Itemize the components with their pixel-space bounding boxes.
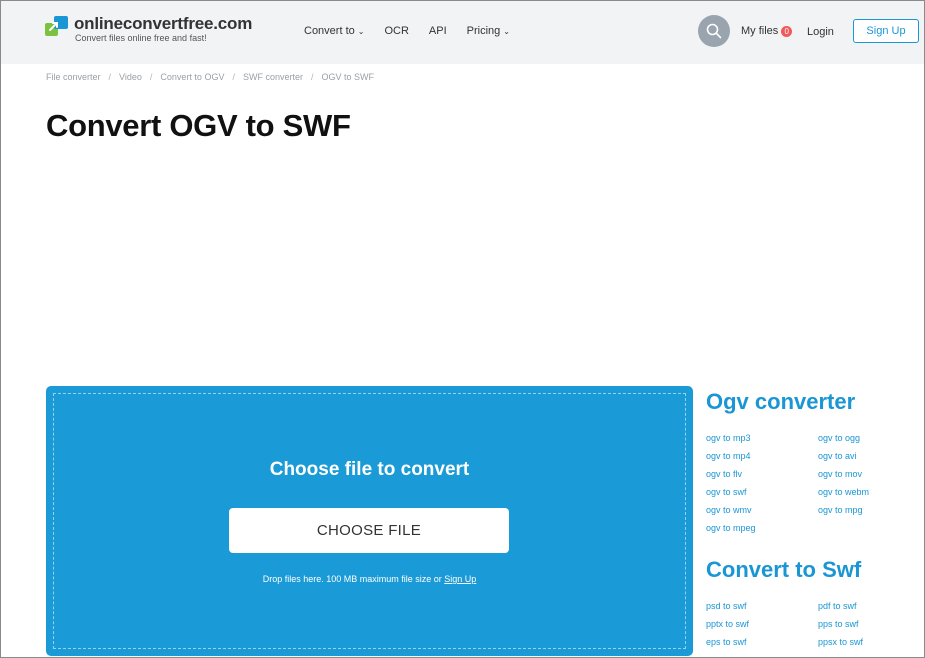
conversion-link[interactable]: ogv to avi <box>818 450 925 462</box>
nav-label: Convert to <box>304 25 355 37</box>
logo-arrow-icon <box>45 15 69 37</box>
drop-note-signup-link[interactable]: Sign Up <box>444 574 476 584</box>
chevron-down-icon: ⌄ <box>503 26 510 36</box>
breadcrumb-item[interactable]: File converter <box>46 72 101 82</box>
main-nav: Convert to ⌄ OCR API Pricing ⌄ <box>304 25 530 37</box>
conversion-link[interactable]: ogv to mp3 <box>706 432 818 444</box>
logo-name: onlineconvertfree.com <box>74 14 253 33</box>
site-header: onlineconvertfree.com Convert files onli… <box>1 1 924 64</box>
convert-to-swf-section: Convert to Swf psd to swf pdf to swf ppt… <box>706 557 925 648</box>
conversion-link[interactable]: eps to swf <box>706 636 818 648</box>
my-files-count-badge: 0 <box>781 25 793 37</box>
ogv-converter-links: ogv to mp3 ogv to ogg ogv to mp4 ogv to … <box>706 432 925 534</box>
my-files-link[interactable]: My files 0 <box>741 25 793 37</box>
convert-to-swf-links: psd to swf pdf to swf pptx to swf pps to… <box>706 600 925 648</box>
breadcrumb-separator: / <box>108 72 112 82</box>
upload-heading: Choose file to convert <box>269 459 470 480</box>
conversion-link[interactable]: ogv to mpeg <box>706 522 818 534</box>
conversion-link[interactable]: ppsx to swf <box>818 636 925 648</box>
nav-convert-to[interactable]: Convert to ⌄ <box>304 25 364 37</box>
conversion-link[interactable]: ogv to wmv <box>706 504 818 516</box>
nav-label: Pricing <box>466 25 501 37</box>
conversion-link[interactable]: psd to swf <box>706 600 818 612</box>
nav-pricing[interactable]: Pricing ⌄ <box>467 25 510 37</box>
breadcrumb-separator: / <box>310 72 314 82</box>
signup-button[interactable]: Sign Up <box>853 19 919 43</box>
nav-ocr[interactable]: OCR <box>384 25 408 37</box>
breadcrumb-item[interactable]: Convert to OGV <box>160 72 224 82</box>
section-title: Convert to Swf <box>706 557 862 582</box>
conversion-link[interactable]: ogv to webm <box>818 486 925 498</box>
conversion-link[interactable]: ogv to ogg <box>818 432 925 444</box>
upload-dropzone[interactable]: Choose file to convert CHOOSE FILE Drop … <box>46 386 693 656</box>
conversion-link[interactable]: pps to swf <box>818 618 925 630</box>
search-button[interactable] <box>698 15 730 47</box>
nav-label: API <box>428 25 447 37</box>
section-title: Ogv converter <box>706 389 856 414</box>
conversion-link[interactable]: pptx to swf <box>706 618 818 630</box>
conversion-link[interactable]: pdf to swf <box>818 600 925 612</box>
conversion-link[interactable]: ogv to flv <box>706 468 818 480</box>
search-icon <box>706 23 722 39</box>
drop-note-text: Drop files here. 100 MB maximum file siz… <box>262 574 445 584</box>
login-link[interactable]: Login <box>807 26 834 38</box>
chevron-down-icon: ⌄ <box>357 26 365 36</box>
conversion-link[interactable]: ogv to mp4 <box>706 450 818 462</box>
my-files-label: My files <box>741 25 779 37</box>
nav-api[interactable]: API <box>429 25 447 37</box>
conversion-link[interactable]: ogv to mov <box>818 468 925 480</box>
breadcrumb-current: OGV to SWF <box>321 72 375 82</box>
drop-note: Drop files here. 100 MB maximum file siz… <box>46 574 693 584</box>
logo[interactable]: onlineconvertfree.com Convert files onli… <box>45 14 253 43</box>
breadcrumb-item[interactable]: SWF converter <box>243 72 303 82</box>
ogv-converter-section: Ogv converter ogv to mp3 ogv to ogg ogv … <box>706 389 925 534</box>
breadcrumb-item[interactable]: Video <box>119 72 142 82</box>
page-title: Convert OGV to SWF <box>46 108 351 143</box>
logo-tagline: Convert files online free and fast! <box>75 33 207 43</box>
conversion-link[interactable]: ogv to swf <box>706 486 818 498</box>
conversion-link[interactable]: ogv to mpg <box>818 504 925 516</box>
nav-label: OCR <box>384 25 409 37</box>
breadcrumb-separator: / <box>232 72 235 82</box>
choose-file-button[interactable]: CHOOSE FILE <box>229 508 509 553</box>
breadcrumb-separator: / <box>149 72 153 82</box>
breadcrumb: File converter / Video / Convert to OGV … <box>46 72 374 82</box>
